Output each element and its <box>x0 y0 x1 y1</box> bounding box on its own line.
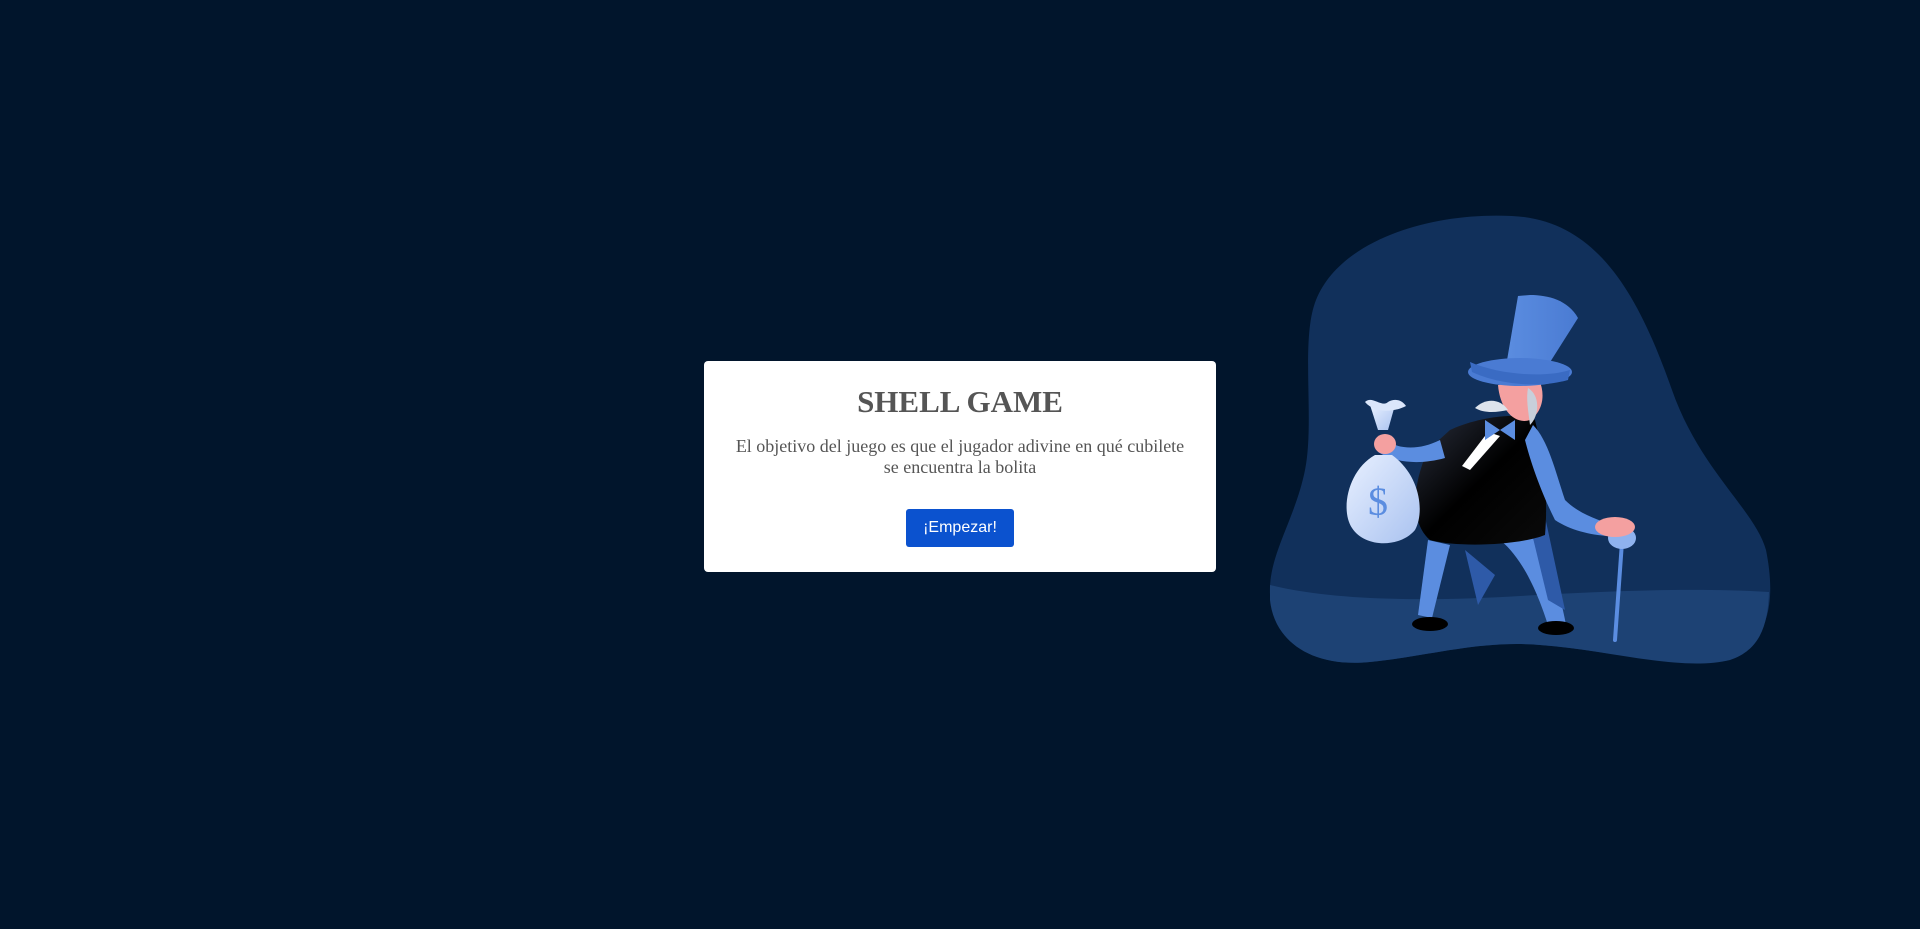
magnate-illustration: $ <box>1269 215 1771 664</box>
right-shoe <box>1538 621 1574 635</box>
floor-band <box>1270 585 1769 664</box>
right-hand <box>1595 517 1635 537</box>
game-description: El objetivo del juego es que el jugador … <box>735 436 1185 477</box>
game-title: SHELL GAME <box>857 384 1063 419</box>
left-hand <box>1374 434 1396 454</box>
intro-dialog: SHELL GAME El objetivo del juego es que … <box>704 361 1216 572</box>
start-button[interactable]: ¡Empezar! <box>906 509 1014 547</box>
dollar-sign-icon: $ <box>1368 479 1388 524</box>
left-shoe <box>1412 617 1448 631</box>
